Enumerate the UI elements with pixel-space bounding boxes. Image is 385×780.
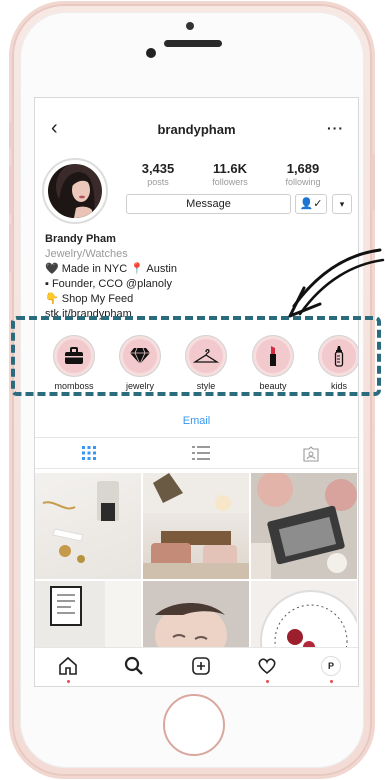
stat-following[interactable]: 1,689 following — [273, 161, 333, 187]
list-icon[interactable] — [192, 446, 212, 460]
post-thumbnail[interactable] — [143, 473, 249, 579]
notification-dot — [266, 680, 269, 683]
notification-dot — [67, 680, 70, 683]
power-button — [371, 154, 375, 210]
notification-dot — [330, 680, 333, 683]
bio-line: 👇 Shop My Feed — [45, 293, 134, 305]
profile-category: Jewelry/Watches — [45, 248, 128, 260]
bio-line: 🖤 Made in NYC 📍 Austin — [45, 263, 177, 275]
grid-icon[interactable] — [82, 446, 102, 460]
callout-arrow-icon — [288, 248, 385, 318]
home-icon[interactable] — [57, 656, 79, 683]
posts-count: 3,435 — [141, 161, 175, 176]
more-options-icon[interactable]: ··· — [327, 120, 344, 136]
home-button[interactable] — [163, 694, 225, 756]
earpiece-speaker — [164, 40, 222, 47]
profile-tabs — [35, 437, 358, 469]
tagged-icon[interactable] — [303, 446, 323, 462]
profile-bio: Brandy Pham Jewelry/Watches 🖤 Made in NY… — [45, 232, 177, 322]
stat-followers[interactable]: 11.6K followers — [200, 161, 260, 187]
suggested-dropdown-button[interactable]: ▾ — [332, 194, 352, 214]
followers-count: 11.6K — [213, 161, 247, 176]
volume-up-button — [9, 166, 13, 214]
highlights-callout-outline — [11, 316, 381, 396]
add-post-icon[interactable] — [190, 656, 212, 678]
front-camera — [146, 48, 156, 58]
display-name: Brandy Pham — [45, 233, 116, 245]
profile-avatar[interactable] — [42, 158, 108, 224]
volume-down-button — [9, 224, 13, 272]
following-label: following — [285, 177, 321, 187]
avatar-photo — [48, 164, 102, 218]
followers-label: followers — [212, 177, 248, 187]
email-button[interactable]: Email — [35, 415, 358, 427]
following-status-button[interactable]: 👤✓ — [295, 194, 327, 214]
message-button[interactable]: Message — [126, 194, 291, 214]
profile-header: ‹ brandypham ··· — [35, 116, 358, 146]
mute-switch — [9, 122, 13, 148]
bio-line: ▪ Founder, CCO @planoly — [45, 278, 172, 290]
search-icon[interactable] — [123, 656, 145, 678]
following-count: 1,689 — [286, 161, 320, 176]
bottom-navigation: P — [35, 647, 358, 686]
heart-icon[interactable] — [256, 656, 278, 683]
posts-label: posts — [147, 177, 169, 187]
front-sensor — [186, 22, 194, 30]
profile-icon[interactable]: P — [320, 656, 342, 683]
username-title: brandypham — [157, 122, 236, 137]
stat-posts[interactable]: 3,435 posts — [128, 161, 188, 187]
post-thumbnail[interactable] — [35, 473, 141, 579]
post-thumbnail[interactable] — [251, 473, 357, 579]
profile-letter: P — [321, 656, 341, 676]
